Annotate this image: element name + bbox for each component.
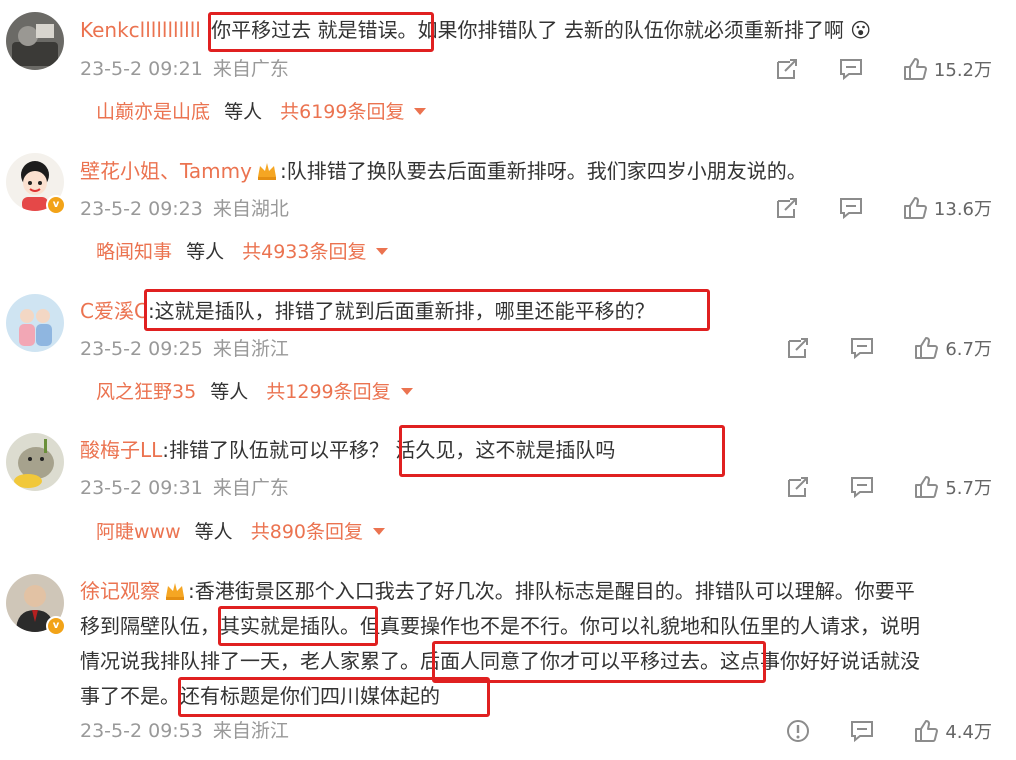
comment-actions: 4.4万 [785,716,992,746]
like-icon[interactable] [913,718,939,744]
like-count: 15.2万 [933,60,992,81]
comment-body: :排错了队伍就可以平移？ 活久见，这不就是插队吗 [162,438,616,462]
timestamp: 23-5-2 09:23 [80,198,203,220]
username[interactable]: Kenkclllllllllll [80,18,201,42]
repost-icon[interactable] [774,195,800,221]
like-icon[interactable] [913,474,939,500]
comment-meta: 23-5-2 09:25 来自浙江 [80,336,289,362]
like-icon[interactable] [913,335,939,361]
like-count: 13.6万 [933,199,992,220]
comment-actions: 13.6万 [774,193,992,223]
timestamp: 23-5-2 09:53 [80,720,203,742]
comment-text-line-4: 事了不是。还有标题是你们四川媒体起的 [80,680,996,713]
reply-label: 等人 [210,381,249,403]
comment-text-line-3: 情况说我排队排了一天，老人家累了。后面人同意了你才可以平移过去。这点事你好好说话… [80,645,996,678]
timestamp: 23-5-2 09:25 [80,338,203,360]
chevron-down-icon[interactable] [400,388,413,395]
username[interactable]: 徐记观察 [80,579,160,603]
avatar[interactable] [6,294,64,352]
comment-meta: 23-5-2 09:53 来自浙江 [80,718,289,744]
comment-icon[interactable] [849,474,875,500]
reply-username[interactable]: 风之狂野35 [96,381,196,403]
comment-text-line-1: 徐记观察 :香港街景区那个入口我去了好几次。排队标志是醒目的。排错队可以理解。你要… [80,575,996,611]
like-count: 4.4万 [945,722,992,743]
surprised-emoji-icon: 😮 [850,18,872,42]
like-icon[interactable] [902,195,928,221]
like-count: 5.7万 [945,478,992,499]
comment-body: 你平移过去 就是错误。如果你排错队了 去新的队伍你就必须重新排了啊 [211,18,844,42]
reply-count[interactable]: 共4933条回复 [242,241,366,263]
crown-icon [164,578,186,611]
reply-username[interactable]: 阿睫www [96,521,181,543]
comment-icon[interactable] [838,56,864,82]
chevron-down-icon[interactable] [373,528,385,535]
avatar[interactable] [6,12,64,70]
comment-body: 移到隔壁队伍，其实就是插队。但真要操作也不是不行。你可以礼貌地和队伍里的人请求，… [80,614,920,638]
comment-body: :这就是插队，排错了就到后面重新排，哪里还能平移的？ [147,299,655,323]
reply-count[interactable]: 共890条回复 [251,521,363,543]
comment-body: :队排错了换队要去后面重新排呀。我们家四岁小朋友说的。 [279,159,807,183]
reply-summary[interactable]: 略闻知事 等人 共4933条回复 [96,238,389,266]
comment-body: 事了不是。还有标题是你们四川媒体起的 [80,684,440,708]
reply-label: 等人 [224,101,263,123]
location: 来自浙江 [212,338,289,360]
repost-icon[interactable] [774,56,800,82]
repost-icon[interactable] [785,474,811,500]
username[interactable]: 酸梅子LL [80,438,162,462]
comment-meta: 23-5-2 09:23 来自湖北 [80,196,289,222]
comment-body: :香港街景区那个入口我去了好几次。排队标志是醒目的。排错队可以理解。你要平 [188,579,915,603]
comment-text: 壁花小姐、Tammy :队排错了换队要去后面重新排呀。我们家四岁小朋友说的。 [80,155,996,191]
like-icon[interactable] [902,56,928,82]
reply-label: 等人 [194,521,233,543]
chevron-down-icon[interactable] [376,248,389,255]
crown-icon [256,158,278,191]
comment-body: 情况说我排队排了一天，老人家累了。后面人同意了你才可以平移过去。这点事你好好说话… [80,649,920,673]
location: 来自广东 [212,58,289,80]
username[interactable]: C爱溪C [80,299,148,323]
verified-badge-icon: v [46,195,66,215]
comment-actions: 15.2万 [774,54,992,84]
repost-icon[interactable] [785,335,811,361]
reply-username[interactable]: 山巅亦是山底 [96,101,210,123]
reply-label: 等人 [186,241,225,263]
like-count: 6.7万 [945,339,992,360]
reply-summary[interactable]: 山巅亦是山底 等人 共6199条回复 [96,98,427,126]
comment-actions: 5.7万 [785,472,992,502]
reply-username[interactable]: 略闻知事 [96,241,172,263]
location: 来自湖北 [212,198,289,220]
comment-actions: 6.7万 [785,333,992,363]
reply-summary[interactable]: 阿睫www 等人 共890条回复 [96,518,385,546]
comment-text: C爱溪C:这就是插队，排错了就到后面重新排，哪里还能平移的？ [80,295,996,328]
username[interactable]: 壁花小姐、Tammy [80,159,252,183]
reply-count[interactable]: 共6199条回复 [280,101,404,123]
verified-badge-icon: v [46,616,66,636]
chevron-down-icon[interactable] [414,108,427,115]
location: 来自广东 [212,477,289,499]
report-icon[interactable] [785,718,811,744]
reply-summary[interactable]: 风之狂野35 等人 共1299条回复 [96,378,413,406]
comment-icon[interactable] [849,718,875,744]
avatar[interactable] [6,433,64,491]
timestamp: 23-5-2 09:21 [80,58,203,80]
comment-meta: 23-5-2 09:31 来自广东 [80,475,289,501]
comment-meta: 23-5-2 09:21 来自广东 [80,56,289,82]
comment-icon[interactable] [838,195,864,221]
comment-text: 酸梅子LL:排错了队伍就可以平移？ 活久见，这不就是插队吗 [80,434,996,467]
comment-icon[interactable] [849,335,875,361]
timestamp: 23-5-2 09:31 [80,477,203,499]
comment-text-line-2: 移到隔壁队伍，其实就是插队。但真要操作也不是不行。你可以礼貌地和队伍里的人请求，… [80,610,996,643]
comment-text: Kenkclllllllllll 你平移过去 就是错误。如果你排错队了 去新的队… [80,14,996,47]
reply-count[interactable]: 共1299条回复 [266,381,390,403]
location: 来自浙江 [212,720,289,742]
